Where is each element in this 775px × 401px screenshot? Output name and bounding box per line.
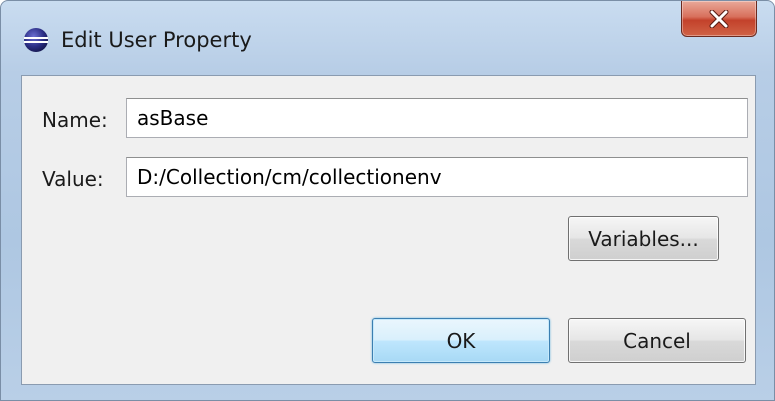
value-field[interactable] xyxy=(126,157,748,197)
ok-button[interactable]: OK xyxy=(372,318,550,363)
name-field[interactable] xyxy=(126,98,748,138)
dialog-window: Edit User Property Name: Value: Variable… xyxy=(0,0,775,401)
variables-button[interactable]: Variables... xyxy=(568,216,719,261)
close-button[interactable] xyxy=(681,1,757,37)
value-label: Value: xyxy=(42,167,104,191)
cancel-button[interactable]: Cancel xyxy=(568,318,746,363)
title-bar[interactable]: Edit User Property xyxy=(1,1,774,75)
dialog-title: Edit User Property xyxy=(61,28,252,52)
close-icon xyxy=(709,9,729,28)
eclipse-icon xyxy=(23,27,49,53)
dialog-content: Name: Value: Variables... OK Cancel xyxy=(21,75,756,385)
name-label: Name: xyxy=(42,108,108,132)
